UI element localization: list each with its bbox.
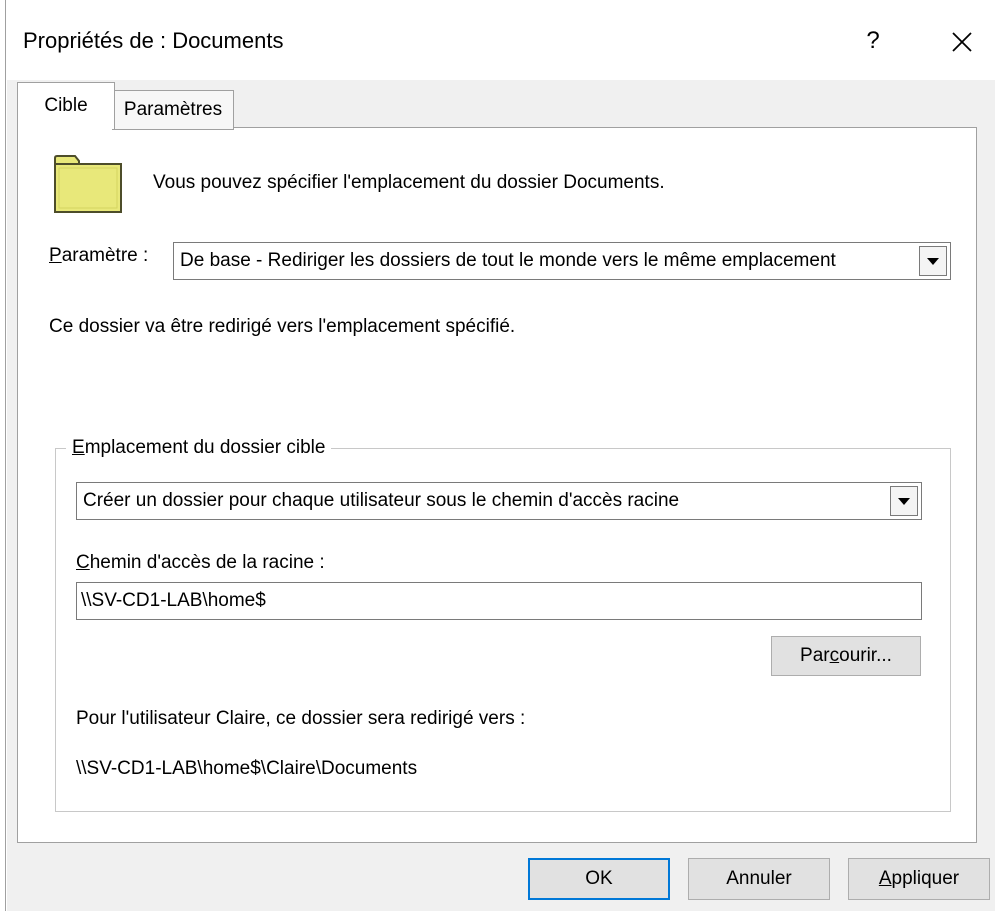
- user-redirect-note: Pour l'utilisateur Claire, ce dossier se…: [76, 708, 526, 729]
- apply-button[interactable]: Appliquer: [848, 858, 990, 900]
- location-dropdown[interactable]: Créer un dossier pour chaque utilisateur…: [76, 482, 922, 520]
- target-location-group-title: Emplacement du dossier cible: [66, 437, 332, 459]
- location-dropdown-value: Créer un dossier pour chaque utilisateur…: [83, 490, 680, 511]
- root-path-input[interactable]: \\SV-CD1-LAB\home$: [76, 582, 922, 620]
- setting-dropdown-arrow[interactable]: [919, 246, 947, 276]
- folder-icon: [54, 155, 122, 213]
- redirect-note: Ce dossier va être redirigé vers l'empla…: [49, 316, 516, 337]
- close-button[interactable]: [942, 22, 982, 62]
- user-redirect-path: \\SV-CD1-LAB\home$\Claire\Documents: [76, 758, 418, 779]
- location-dropdown-arrow[interactable]: [890, 486, 918, 516]
- intro-text: Vous pouvez spécifier l'emplacement du d…: [153, 172, 665, 193]
- setting-label: Paramètre :: [49, 245, 149, 266]
- properties-dialog: Propriétés de : Documents ? Cible Paramè…: [0, 0, 995, 911]
- chevron-down-icon: [898, 497, 910, 505]
- help-button[interactable]: ?: [855, 24, 891, 58]
- ok-button[interactable]: OK: [528, 858, 670, 900]
- tab-cible[interactable]: Cible: [17, 82, 115, 129]
- setting-dropdown[interactable]: De base - Rediriger les dossiers de tout…: [173, 242, 951, 280]
- cancel-button[interactable]: Annuler: [688, 858, 830, 900]
- close-icon: [952, 32, 972, 52]
- tab-panel-cible: Vous pouvez spécifier l'emplacement du d…: [17, 127, 977, 843]
- title-bar: Propriétés de : Documents ?: [7, 0, 995, 80]
- dialog-title: Propriétés de : Documents: [23, 28, 284, 53]
- tab-parametres[interactable]: Paramètres: [112, 90, 234, 130]
- root-path-label: Chemin d'accès de la racine :: [76, 552, 325, 573]
- window-left-edge: [0, 0, 7, 911]
- browse-button[interactable]: Par c ourir...: [771, 636, 921, 676]
- chevron-down-icon: [927, 257, 939, 265]
- setting-dropdown-value: De base - Rediriger les dossiers de tout…: [180, 250, 836, 271]
